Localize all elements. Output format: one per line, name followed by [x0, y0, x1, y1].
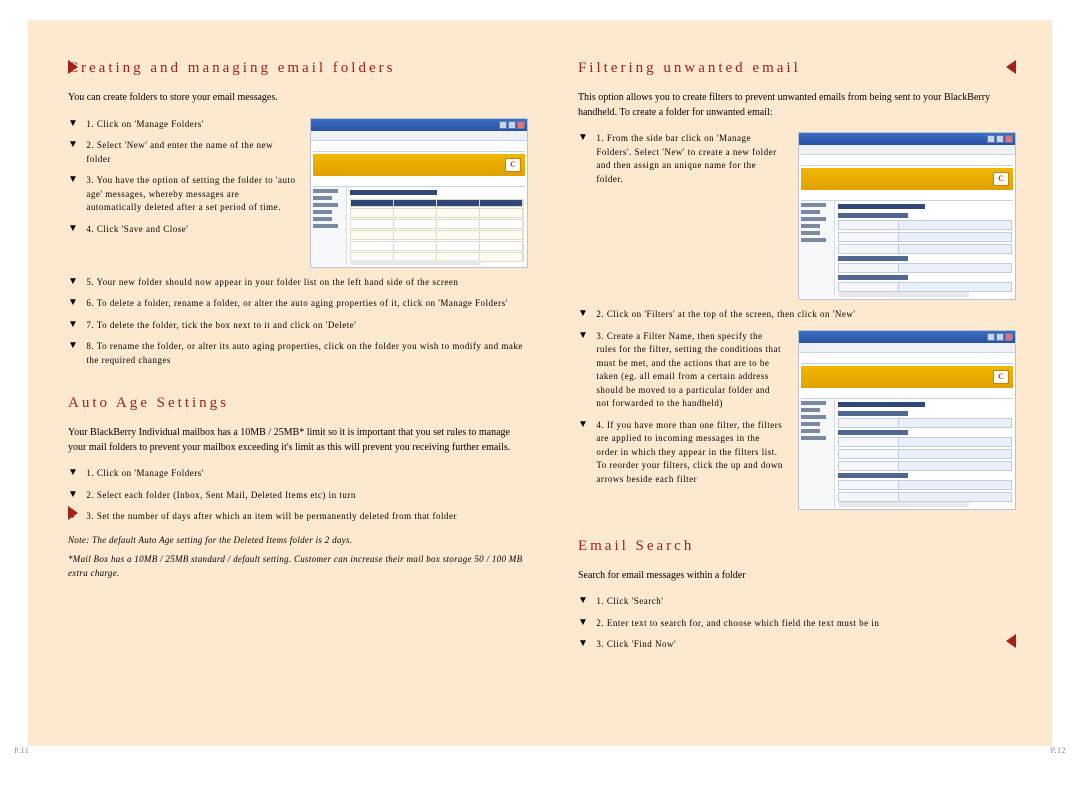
section-auto-age: Auto Age Settings Your BlackBerry Indivi…: [68, 395, 528, 580]
step-item: ▼6. To delete a folder, rename a folder,…: [68, 297, 528, 311]
step-item: ▼1. Click on 'Manage Folders': [68, 467, 528, 481]
bullet-icon: ▼: [578, 638, 588, 652]
step-item: ▼1. From the side bar click on 'Manage F…: [578, 132, 784, 186]
bullet-icon: ▼: [68, 319, 78, 333]
step-item: ▼3. Create a Filter Name, then specify t…: [578, 330, 784, 411]
intro-text: Search for email messages within a folde…: [578, 569, 1016, 584]
note-text: Note: The default Auto Age setting for t…: [68, 534, 528, 548]
screenshot-filter-folder: C: [798, 132, 1016, 300]
marker-triangle: [1006, 634, 1016, 648]
intro-text: This option allows you to create filters…: [578, 91, 1016, 120]
screenshot-filter-rules: C: [798, 330, 1016, 510]
step-item: ▼3. You have the option of setting the f…: [68, 174, 296, 215]
step-item: ▼2. Click on 'Filters' at the top of the…: [578, 308, 1016, 322]
page-number-right: P.12: [1050, 746, 1066, 755]
right-column: Filtering unwanted email This option all…: [578, 60, 1016, 716]
bullet-icon: ▼: [578, 595, 588, 609]
bullet-icon: ▼: [68, 139, 78, 166]
step-item: ▼3. Set the number of days after which a…: [68, 510, 528, 524]
section-email-search: Email Search Search for email messages w…: [578, 538, 1016, 652]
step-item: ▼5. Your new folder should now appear in…: [68, 276, 528, 290]
bullet-icon: ▼: [68, 489, 78, 503]
bullet-icon: ▼: [68, 467, 78, 481]
intro-text: Your BlackBerry Individual mailbox has a…: [68, 426, 528, 455]
step-item: ▼1. Click on 'Manage Folders': [68, 118, 296, 132]
note-text: *Mail Box has a 10MB / 25MB standard / d…: [68, 553, 528, 580]
bullet-icon: ▼: [68, 223, 78, 237]
step-item: ▼7. To delete the folder, tick the box n…: [68, 319, 528, 333]
section-title: Email Search: [578, 538, 1016, 555]
section-title: Creating and managing email folders: [68, 60, 528, 77]
bullet-icon: ▼: [68, 174, 78, 215]
step-item: ▼2. Select each folder (Inbox, Sent Mail…: [68, 489, 528, 503]
bullet-icon: ▼: [578, 419, 588, 487]
screenshot-manage-folders: C: [310, 118, 528, 268]
bullet-icon: ▼: [578, 617, 588, 631]
bullet-icon: ▼: [578, 132, 588, 186]
bullet-icon: ▼: [68, 340, 78, 367]
step-item: ▼2. Select 'New' and enter the name of t…: [68, 139, 296, 166]
intro-text: You can create folders to store your ema…: [68, 91, 528, 106]
section-creating-folders: Creating and managing email folders You …: [68, 60, 528, 367]
step-item: ▼3. Click 'Find Now': [578, 638, 1016, 652]
step-item: ▼4. Click 'Save and Close': [68, 223, 296, 237]
section-title: Auto Age Settings: [68, 395, 528, 412]
section-title: Filtering unwanted email: [578, 60, 1016, 77]
marker-triangle: [68, 60, 78, 74]
section-filtering: Filtering unwanted email This option all…: [578, 60, 1016, 510]
left-column: Creating and managing email folders You …: [68, 60, 528, 716]
bullet-icon: ▼: [68, 118, 78, 132]
bullet-icon: ▼: [578, 330, 588, 411]
marker-triangle: [1006, 60, 1016, 74]
step-item: ▼2. Enter text to search for, and choose…: [578, 617, 1016, 631]
step-item: ▼4. If you have more than one filter, th…: [578, 419, 784, 487]
bullet-icon: ▼: [68, 276, 78, 290]
page-number-left: P.11: [14, 746, 29, 755]
page-spread: Creating and managing email folders You …: [28, 20, 1052, 746]
bullet-icon: ▼: [578, 308, 588, 322]
bullet-icon: ▼: [68, 297, 78, 311]
step-item: ▼1. Click 'Search': [578, 595, 1016, 609]
step-item: ▼8. To rename the folder, or alter its a…: [68, 340, 528, 367]
marker-triangle: [68, 506, 78, 520]
